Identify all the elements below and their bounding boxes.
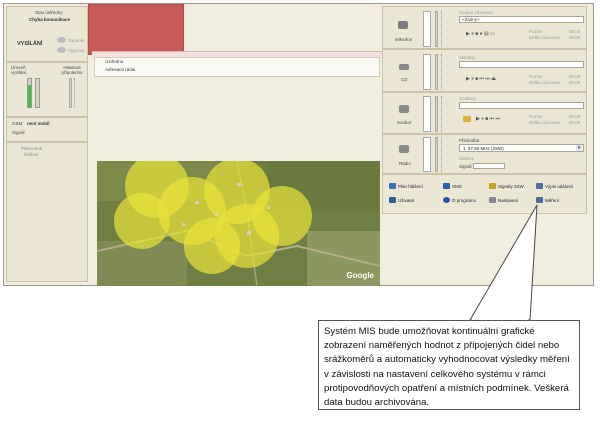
callout-box: Systém MIS bude umožňovat kontinuální gr… — [318, 320, 580, 410]
callout-text: Systém MIS bude umožňovat kontinuální gr… — [324, 326, 570, 409]
